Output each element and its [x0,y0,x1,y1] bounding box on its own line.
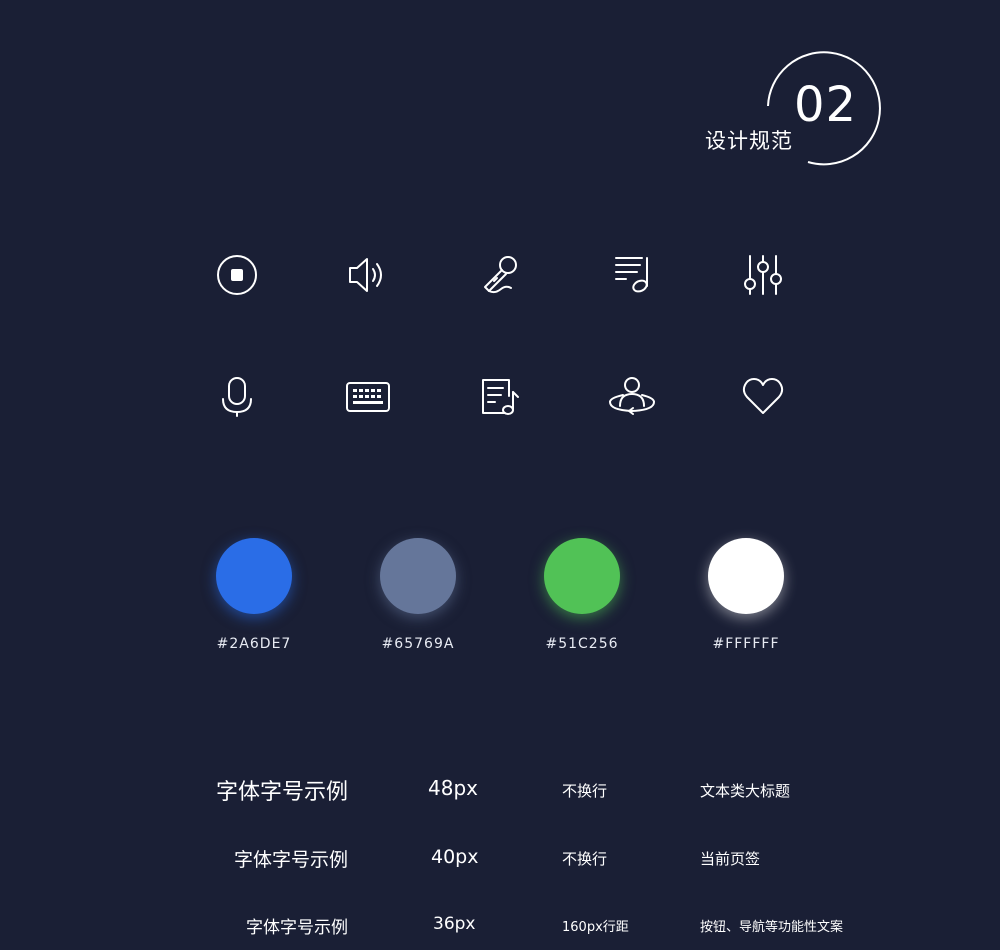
type-usage: 按钮、导航等功能性文案 [700,920,844,935]
color-hex-label: #51C256 [545,636,619,652]
type-usage: 文本类大标题 [700,782,791,800]
type-size: 48px [428,776,478,800]
type-sample: 字体字号示例 [233,849,348,871]
color-hex-label: #FFFFFF [712,636,780,652]
color-swatch-gray-blue [380,538,456,614]
type-rule: 不换行 [562,782,608,800]
color-hex-label: #65769A [381,636,455,652]
equalizer-sliders-icon[interactable] [738,250,788,300]
section-number: 02 [794,77,858,133]
type-usage: 当前页签 [700,850,761,868]
heart-icon[interactable] [738,372,788,422]
lyrics-document-icon[interactable] [475,372,525,422]
user-orbit-icon[interactable] [607,372,657,422]
color-swatch-blue [216,538,292,614]
stop-circle-icon[interactable] [212,250,262,300]
playlist-music-icon[interactable] [607,250,657,300]
color-hex-label: #2A6DE7 [216,636,292,652]
type-sample: 字体字号示例 [246,918,348,938]
keyboard-icon[interactable] [343,372,393,422]
section-title: 设计规范 [705,129,793,153]
color-swatch-green [544,538,620,614]
type-rule: 160px行距 [562,920,629,935]
section-badge: 02 设计规范 [700,45,890,170]
type-rule: 不换行 [562,850,608,868]
color-swatch-white [708,538,784,614]
type-size: 36px [433,914,476,934]
type-sample: 字体字号示例 [215,780,348,805]
speaker-volume-icon[interactable] [343,250,393,300]
karaoke-microphone-icon[interactable] [475,250,525,300]
type-size: 40px [431,846,479,868]
microphone-icon[interactable] [212,372,262,422]
